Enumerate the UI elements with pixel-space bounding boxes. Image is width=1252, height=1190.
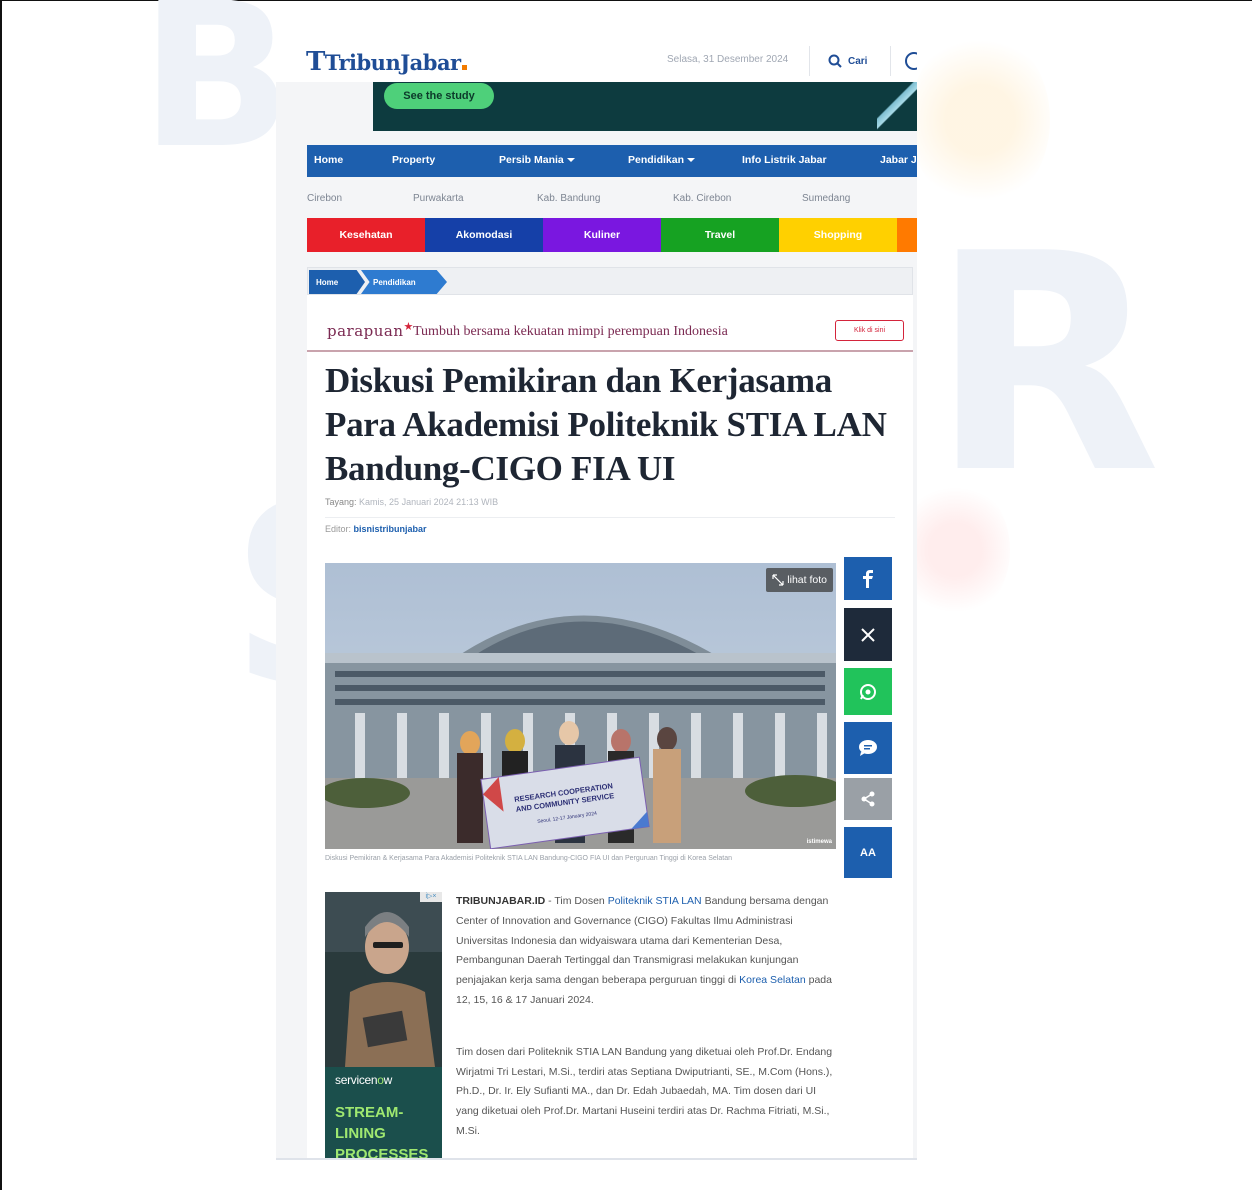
nav-item-pendidikan[interactable]: Pendidikan <box>628 154 696 166</box>
divider <box>325 517 895 518</box>
share-icon <box>861 791 875 807</box>
header-date: Selasa, 31 Desember 2024 <box>667 54 789 65</box>
font-size-icon: AA <box>860 846 876 859</box>
site-logo-text: TribunJabar <box>324 50 461 75</box>
site-logo[interactable]: TTribunJabar <box>306 47 467 77</box>
nav-item-property[interactable]: Property <box>392 154 435 166</box>
category-more[interactable] <box>897 218 917 252</box>
x-icon <box>861 627 875 642</box>
servicenow-side-ad[interactable]: i▷× servicenow STREAM- LINING PROCESSES <box>325 892 442 1160</box>
comment-icon <box>859 740 877 756</box>
chevron-down-icon <box>566 158 575 163</box>
top-ad-banner[interactable]: See the study <box>373 82 917 131</box>
article-title: Diskusi Pemikiran dan Kerjasama Para Aka… <box>325 361 887 488</box>
whatsapp-share-button[interactable] <box>844 668 892 715</box>
main-nav: Home Property Persib Mania Pendidikan In… <box>307 145 917 177</box>
breadcrumb: Home Pendidikan <box>307 267 913 295</box>
search-button[interactable]: Cari <box>828 49 867 73</box>
photo-caption: Diskusi Pemikiran & Kerjasama Para Akade… <box>325 855 732 862</box>
nav-item-jabar-j[interactable]: Jabar J <box>880 154 917 166</box>
x-share-button[interactable] <box>844 608 892 661</box>
article-body: TRIBUNJABAR.ID - Tim Dosen Politeknik ST… <box>456 892 840 1158</box>
parapuan-logo: parapuan★ <box>327 320 414 340</box>
parapuan-cta-button[interactable]: Klik di sini <box>835 320 904 341</box>
ad-cta-button[interactable]: See the study <box>384 83 494 109</box>
nav-item-info-listrik-jabar[interactable]: Info Listrik Jabar <box>742 154 827 166</box>
article-card: parapuan★ Tumbuh bersama kekuatan mimpi … <box>307 295 913 1160</box>
category-akomodasi[interactable]: Akomodasi <box>425 218 543 252</box>
link-korea-selatan[interactable]: Korea Selatan <box>739 974 806 986</box>
ad-decoration <box>877 82 917 131</box>
font-size-button[interactable]: AA <box>844 827 892 878</box>
ad-headline: STREAM- LINING PROCESSES <box>335 1104 429 1160</box>
breadcrumb-home[interactable]: Home <box>309 270 365 294</box>
parapuan-banner[interactable]: parapuan★ Tumbuh bersama kekuatan mimpi … <box>307 295 913 352</box>
sub-nav: Cirebon Purwakarta Kab. Bandung Kab. Cir… <box>307 185 917 213</box>
category-kuliner[interactable]: Kuliner <box>543 218 661 252</box>
comment-button[interactable] <box>844 722 892 774</box>
facebook-icon <box>863 569 873 588</box>
subnav-item-sumedang[interactable]: Sumedang <box>802 193 850 204</box>
share-button[interactable] <box>844 778 892 820</box>
nav-item-home[interactable]: Home <box>314 154 343 166</box>
divider <box>809 46 810 76</box>
search-icon <box>828 54 842 68</box>
divider <box>890 46 891 76</box>
paragraph-1: TRIBUNJABAR.ID - Tim Dosen Politeknik ST… <box>456 895 832 1006</box>
subnav-item-kab-bandung[interactable]: Kab. Bandung <box>537 193 600 204</box>
parapuan-tagline: Tumbuh bersama kekuatan mimpi perempuan … <box>413 324 728 339</box>
site-header: TTribunJabar Selasa, 31 Desember 2024 Ca… <box>276 40 917 82</box>
ad-photo <box>325 892 442 1067</box>
view-photo-button[interactable]: lihat foto <box>766 568 833 592</box>
chevron-down-icon <box>687 158 696 163</box>
category-nav: Kesehatan Akomodasi Kuliner Travel Shopp… <box>307 218 917 252</box>
link-politeknik-stia-lan[interactable]: Politeknik STIA LAN <box>608 895 702 907</box>
expand-icon <box>772 574 784 586</box>
globe-icon[interactable] <box>905 52 917 70</box>
photo-watermark: istimewa <box>806 839 832 845</box>
search-label: Cari <box>848 55 868 67</box>
category-shopping[interactable]: Shopping <box>779 218 897 252</box>
breadcrumb-pendidikan[interactable]: Pendidikan <box>361 270 447 294</box>
article-photo[interactable]: RESEARCH COOPERATION AND COMMUNITY SERVI… <box>325 563 836 849</box>
publish-time: Tayang: Kamis, 25 Januari 2024 21:13 WIB <box>325 497 499 507</box>
subnav-item-kab-cirebon[interactable]: Kab. Cirebon <box>673 193 731 204</box>
paragraph-2: Tim dosen dari Politeknik STIA LAN Bandu… <box>456 1045 833 1137</box>
ad-choices-icon[interactable]: i▷× <box>420 892 442 902</box>
subnav-item-purwakarta[interactable]: Purwakarta <box>413 193 464 204</box>
photo-illustration: RESEARCH COOPERATION AND COMMUNITY SERVI… <box>325 563 836 849</box>
nav-item-persib-mania[interactable]: Persib Mania <box>499 154 575 166</box>
category-kesehatan[interactable]: Kesehatan <box>307 218 425 252</box>
category-travel[interactable]: Travel <box>661 218 779 252</box>
article-page: TTribunJabar Selasa, 31 Desember 2024 Ca… <box>276 40 917 1160</box>
subnav-item-cirebon[interactable]: Cirebon <box>307 193 342 204</box>
servicenow-logo: servicenow <box>335 1073 393 1087</box>
facebook-share-button[interactable] <box>844 557 892 600</box>
editor-link[interactable]: bisnistribunjabar <box>354 524 427 534</box>
whatsapp-icon <box>860 683 876 700</box>
editor-credit: Editor: bisnistribunjabar <box>325 524 427 534</box>
